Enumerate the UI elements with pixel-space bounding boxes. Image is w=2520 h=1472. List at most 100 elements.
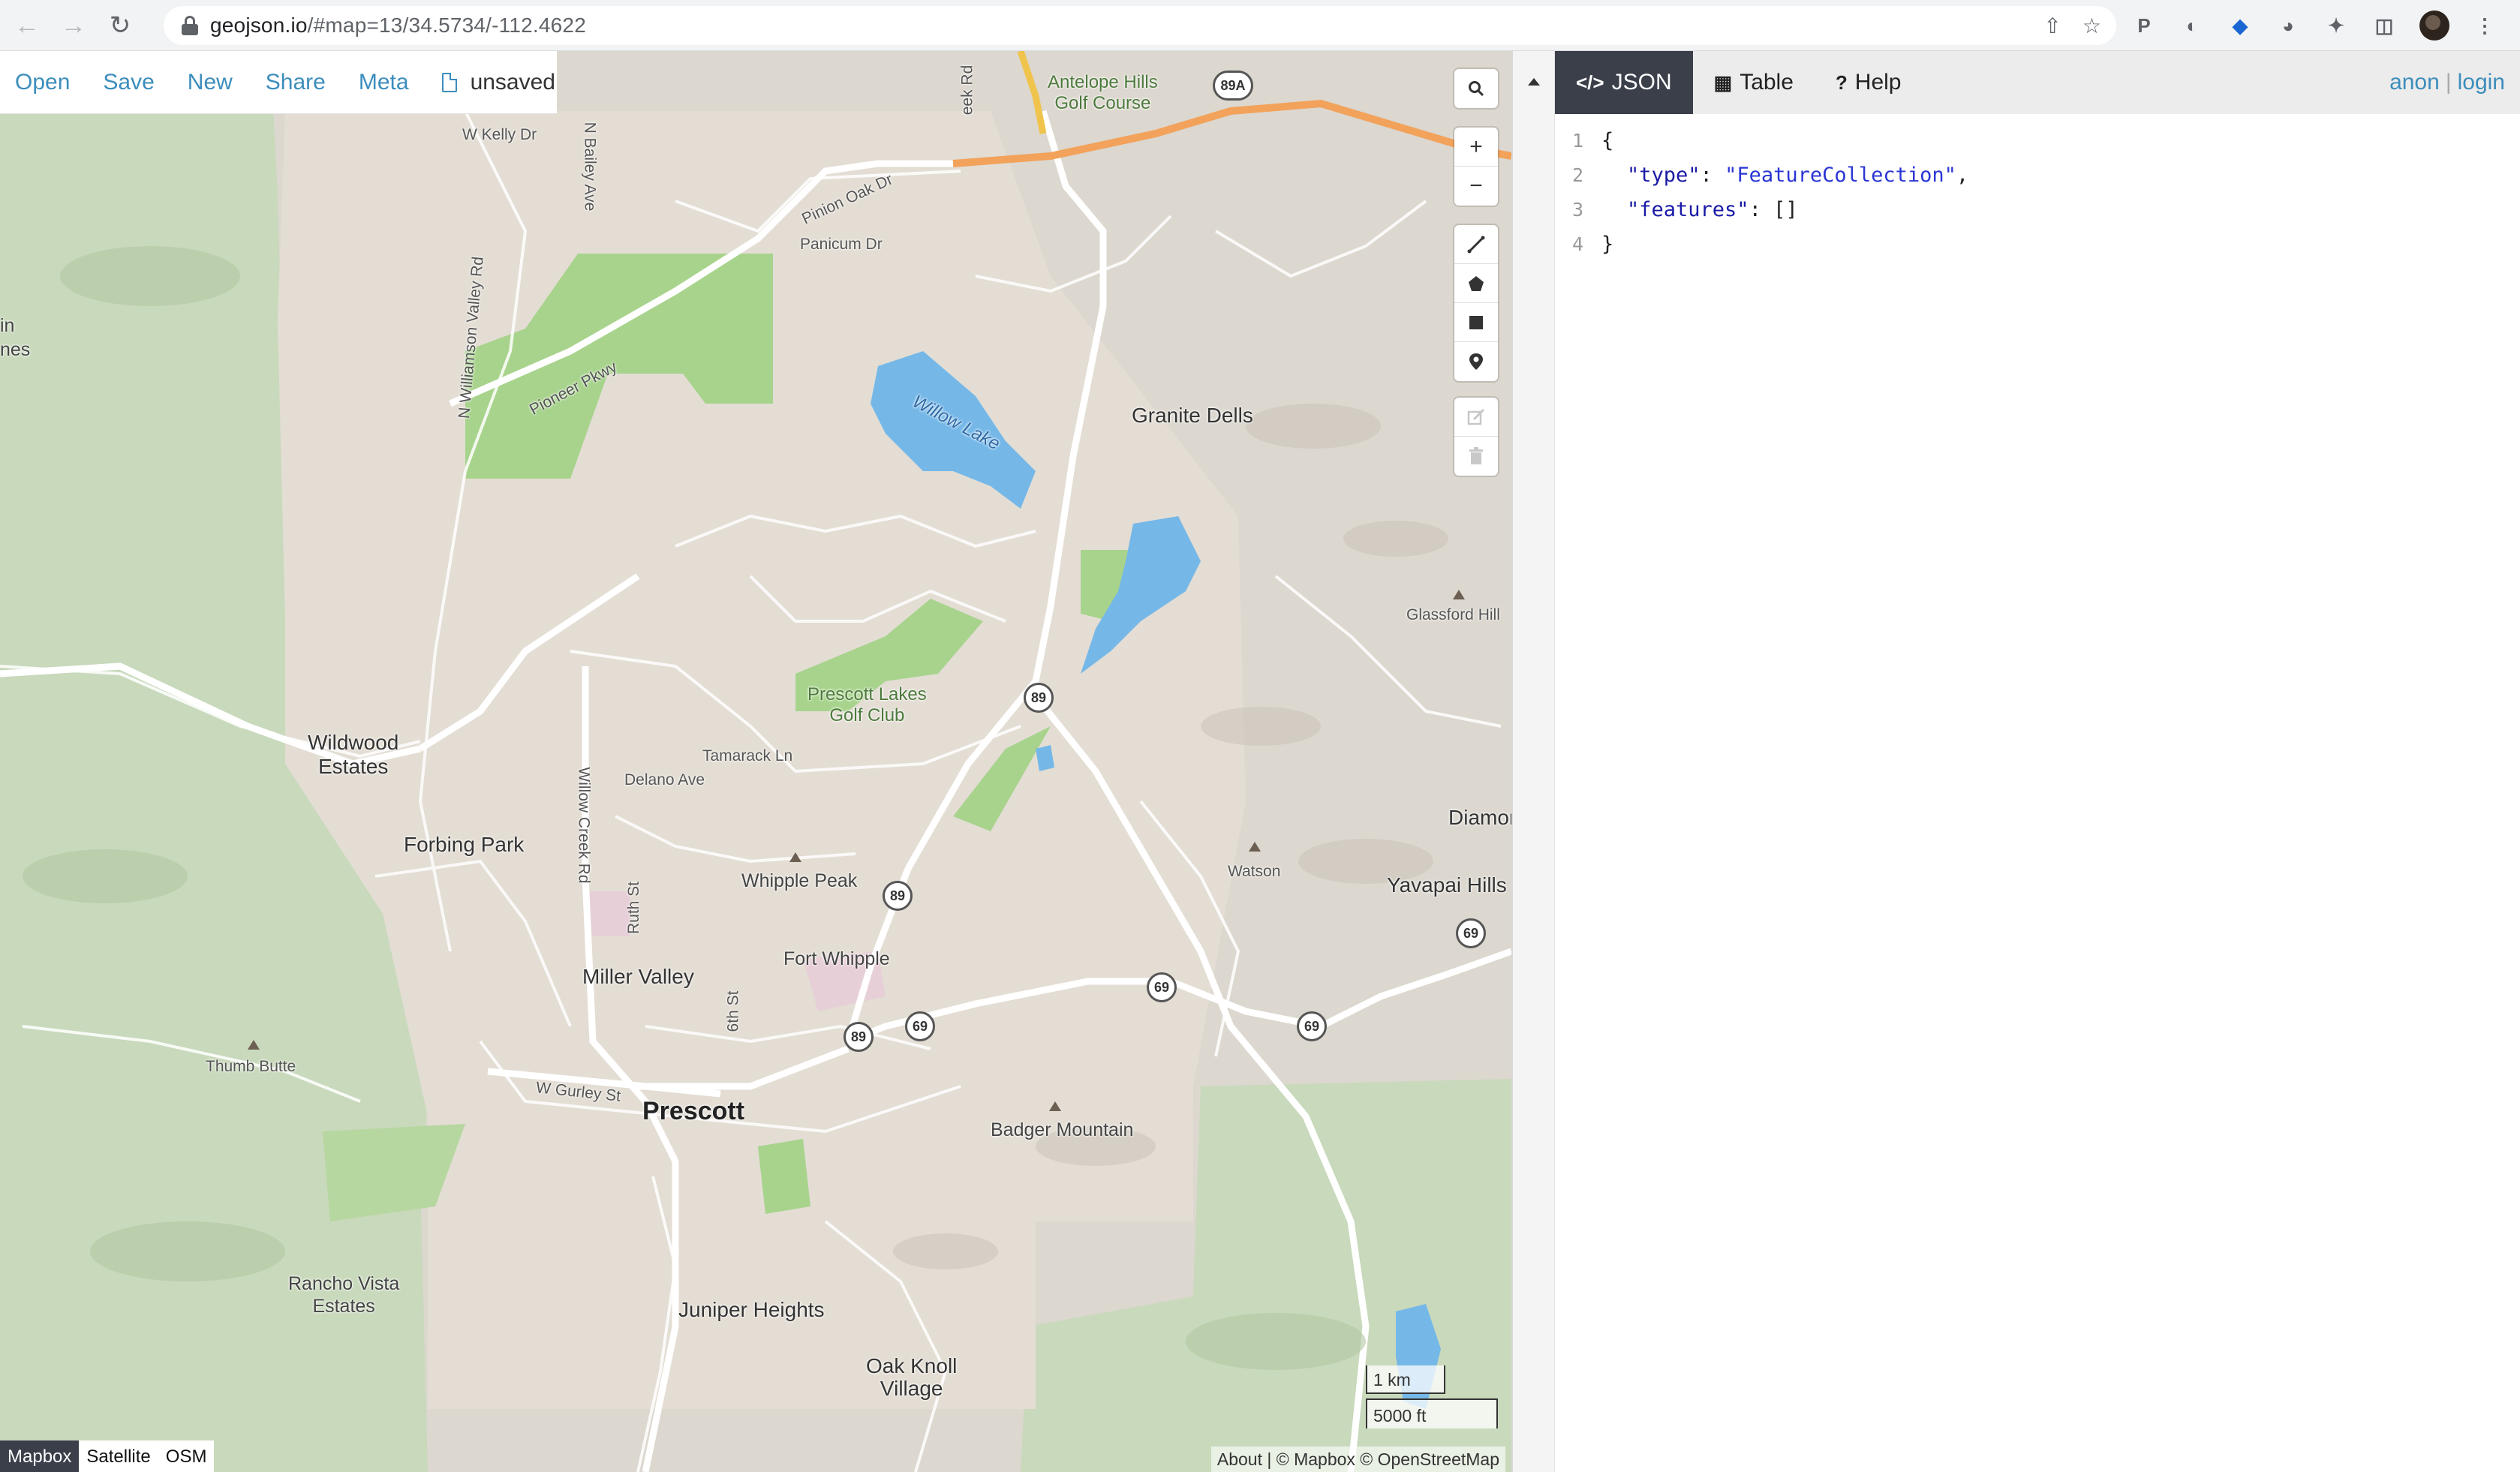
peak-icon (1249, 842, 1261, 852)
analytics-extension-icon[interactable]: ◐ (2179, 13, 2205, 38)
map-label-antelope-hills: Antelope Hills Golf Course (1048, 72, 1158, 113)
json-value: [] (1773, 197, 1798, 221)
table-icon: ▦ (1713, 71, 1733, 94)
map-label-yavapai-hills: Yavapai Hills (1387, 873, 1507, 897)
extensions-bar: P ◐ ◆ ◕ ✦ ◫ ⋮ (2131, 8, 2497, 44)
line-number: 3 (1571, 198, 1583, 221)
map-label-6th: 6th St (724, 990, 742, 1032)
map-label-wildwood: Wildwood Estates (308, 731, 399, 778)
map-label-oak-knoll: Oak Knoll Village (866, 1354, 958, 1400)
sidebar-icon[interactable]: ◫ (2371, 13, 2397, 38)
highway-shield-89: 89 (883, 881, 913, 911)
map-label-prescott: Prescott (642, 1097, 745, 1125)
anon-link[interactable]: anon (2389, 70, 2440, 95)
file-status-label: unsaved (470, 69, 555, 95)
code-line: 1 { (1555, 123, 1968, 158)
editor-tabs: </> JSON ▦ Table ? Help anon | login (1555, 51, 2520, 114)
map-label-thumb-butte: Thumb Butte (206, 1058, 296, 1075)
map-label-bailey: N Bailey Ave (581, 122, 599, 212)
share-icon[interactable]: ⇧ (2043, 14, 2061, 38)
share-link[interactable]: Share (266, 70, 326, 95)
scale-metric: 1 km (1366, 1365, 1445, 1394)
tab-json[interactable]: </> JSON (1555, 51, 1693, 114)
new-link[interactable]: New (188, 70, 233, 95)
profile-avatar[interactable] (2419, 11, 2449, 41)
line-number: 4 (1571, 233, 1583, 255)
peak-icon (789, 852, 801, 862)
login-link[interactable]: login (2458, 70, 2505, 95)
code-text: { (1601, 128, 1614, 152)
kebab-menu-icon[interactable]: ⋮ (2472, 13, 2497, 38)
paypal-extension-icon[interactable]: P (2131, 13, 2157, 38)
search-icon[interactable] (1454, 69, 1498, 108)
zoom-out-button[interactable]: − (1454, 167, 1498, 206)
browser-toolbar: ← → ↻ geojson.io/#map=13/34.5734/-112.46… (0, 0, 2520, 51)
map[interactable]: Open Save New Share Meta unsaved + − Ant… (0, 51, 1511, 1472)
draw-rectangle-icon[interactable] (1454, 303, 1498, 342)
draw-toolbar (1454, 225, 1498, 381)
layer-satellite[interactable]: Satellite (79, 1440, 158, 1472)
forward-icon[interactable]: → (54, 6, 93, 45)
map-attribution[interactable]: About | © Mapbox © OpenStreetMap (1210, 1446, 1505, 1472)
draw-line-icon[interactable] (1454, 225, 1498, 264)
open-link[interactable]: Open (15, 70, 70, 95)
tab-json-label: JSON (1611, 70, 1672, 95)
meta-link[interactable]: Meta (359, 70, 409, 95)
highway-shield-89: 89 (1024, 683, 1054, 713)
json-colon: : (1749, 197, 1774, 221)
back-icon[interactable]: ← (8, 6, 47, 45)
json-key: "features" (1627, 197, 1749, 221)
question-icon: ? (1835, 71, 1848, 94)
draw-polygon-icon[interactable] (1454, 264, 1498, 303)
tab-help-label: Help (1854, 70, 1902, 95)
map-label-edge-left: in nes (0, 315, 31, 360)
highway-shield-69: 69 (905, 1011, 935, 1041)
code-text: } (1601, 232, 1614, 256)
map-label-prescott-lakes: Prescott Lakes Golf Club (807, 684, 927, 725)
graduation-cap-extension-icon[interactable]: ◆ (2227, 13, 2253, 38)
pane-divider[interactable] (1511, 51, 1555, 1472)
collapse-arrow-icon[interactable] (1528, 78, 1540, 86)
peak-icon (248, 1040, 260, 1050)
edit-icon[interactable] (1454, 398, 1498, 437)
map-label-badger-mountain: Badger Mountain (991, 1119, 1134, 1140)
map-label-watson: Watson (1228, 863, 1281, 880)
trash-icon[interactable] (1454, 437, 1498, 476)
json-editor[interactable]: 1 { 2 "type": "FeatureCollection", 3 "fe… (1555, 123, 1968, 261)
json-colon: : (1700, 163, 1725, 187)
map-label-kelly: W Kelly Dr (462, 126, 537, 143)
auth-separator: | (2445, 70, 2452, 95)
lock-icon[interactable] (182, 16, 198, 35)
map-label-ruth: Ruth St (625, 881, 643, 935)
tab-table[interactable]: ▦ Table (1693, 51, 1815, 114)
auth-links: anon | login (2389, 51, 2505, 114)
line-number: 2 (1571, 164, 1583, 186)
file-status[interactable]: unsaved (441, 69, 555, 95)
map-label-rancho-vista: Rancho Vista Estates (288, 1273, 400, 1317)
zoom-in-button[interactable]: + (1454, 128, 1498, 167)
edit-toolbar (1454, 398, 1498, 476)
star-icon[interactable]: ☆ (2082, 14, 2101, 38)
map-label-tamarack: Tamarack Ln (702, 747, 793, 765)
save-link[interactable]: Save (103, 70, 154, 95)
map-label-panicum: Panicum Dr (800, 236, 883, 253)
map-label-forbing-park: Forbing Park (404, 833, 525, 856)
json-comma: , (1956, 163, 1969, 187)
layer-osm[interactable]: OSM (158, 1440, 215, 1472)
search-control (1454, 69, 1498, 108)
reload-icon[interactable]: ↻ (101, 6, 140, 45)
map-label-whipple-peak: Whipple Peak (741, 870, 858, 891)
layer-mapbox[interactable]: Mapbox (0, 1440, 80, 1472)
map-label-creek-rd: eek Rd (958, 65, 976, 116)
map-label-fort-whipple: Fort Whipple (783, 948, 890, 969)
code-line: 4 } (1555, 227, 1968, 261)
tab-help[interactable]: ? Help (1815, 51, 1923, 114)
document-icon (441, 72, 457, 92)
address-bar[interactable]: geojson.io/#map=13/34.5734/-112.4622 ⇧ ☆ (164, 6, 2116, 45)
puzzle-extensions-icon[interactable]: ✦ (2323, 13, 2349, 38)
tab-table-label: Table (1740, 70, 1794, 95)
draw-marker-icon[interactable] (1454, 342, 1498, 381)
speedometer-extension-icon[interactable]: ◕ (2275, 13, 2301, 38)
peak-icon (1453, 590, 1465, 599)
map-label-diamond: Diamor (1448, 806, 1511, 829)
